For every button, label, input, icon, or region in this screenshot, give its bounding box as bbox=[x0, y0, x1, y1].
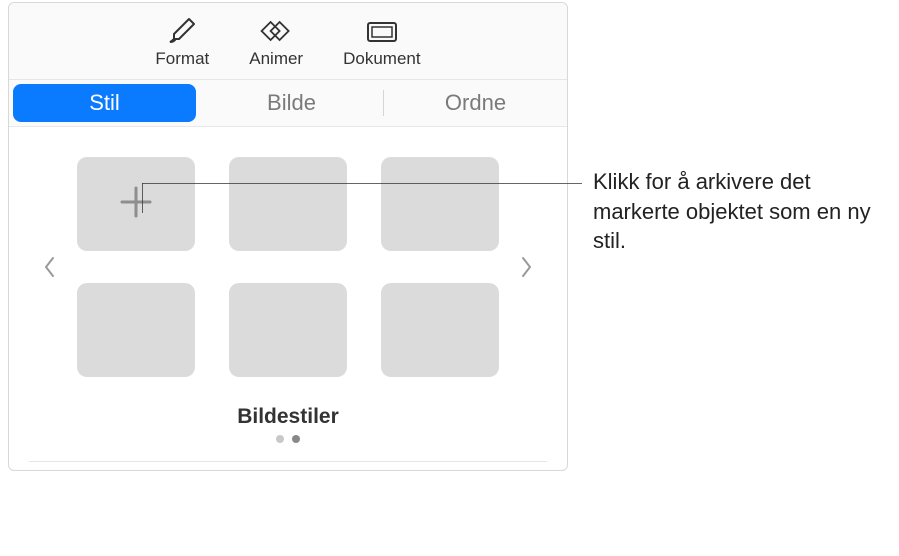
style-tile[interactable] bbox=[381, 283, 499, 377]
styles-area bbox=[9, 127, 567, 397]
tab-arrange[interactable]: Ordne bbox=[384, 80, 567, 126]
page-dot-active[interactable] bbox=[292, 435, 300, 443]
add-style-tile[interactable] bbox=[77, 157, 195, 251]
prev-arrow[interactable] bbox=[39, 247, 59, 287]
page-dots bbox=[9, 435, 567, 461]
animate-label: Animer bbox=[249, 49, 303, 69]
animate-tool[interactable]: Animer bbox=[249, 17, 303, 69]
style-tile[interactable] bbox=[229, 157, 347, 251]
chevron-right-icon bbox=[520, 255, 534, 279]
styles-grid bbox=[59, 157, 517, 377]
divider bbox=[29, 461, 547, 462]
next-arrow[interactable] bbox=[517, 247, 537, 287]
document-icon bbox=[364, 17, 400, 45]
style-tile[interactable] bbox=[381, 157, 499, 251]
document-label: Dokument bbox=[343, 49, 420, 69]
tab-style[interactable]: Stil bbox=[13, 84, 196, 122]
inspector-panel: Format Animer Dokument Stil Bilde bbox=[8, 2, 568, 471]
format-label: Format bbox=[155, 49, 209, 69]
style-tile[interactable] bbox=[229, 283, 347, 377]
brush-icon bbox=[164, 17, 200, 45]
page-dot[interactable] bbox=[276, 435, 284, 443]
toolbar: Format Animer Dokument bbox=[9, 3, 567, 79]
diamond-icon bbox=[258, 17, 294, 45]
style-tile[interactable] bbox=[77, 283, 195, 377]
chevron-left-icon bbox=[42, 255, 56, 279]
tabs: Stil Bilde Ordne bbox=[9, 79, 567, 127]
document-tool[interactable]: Dokument bbox=[343, 17, 420, 69]
tab-image[interactable]: Bilde bbox=[200, 80, 383, 126]
callout-text: Klikk for å arkivere det markerte objekt… bbox=[593, 167, 888, 256]
plus-icon bbox=[116, 182, 156, 227]
format-tool[interactable]: Format bbox=[155, 17, 209, 69]
styles-section-title: Bildestiler bbox=[9, 397, 567, 435]
